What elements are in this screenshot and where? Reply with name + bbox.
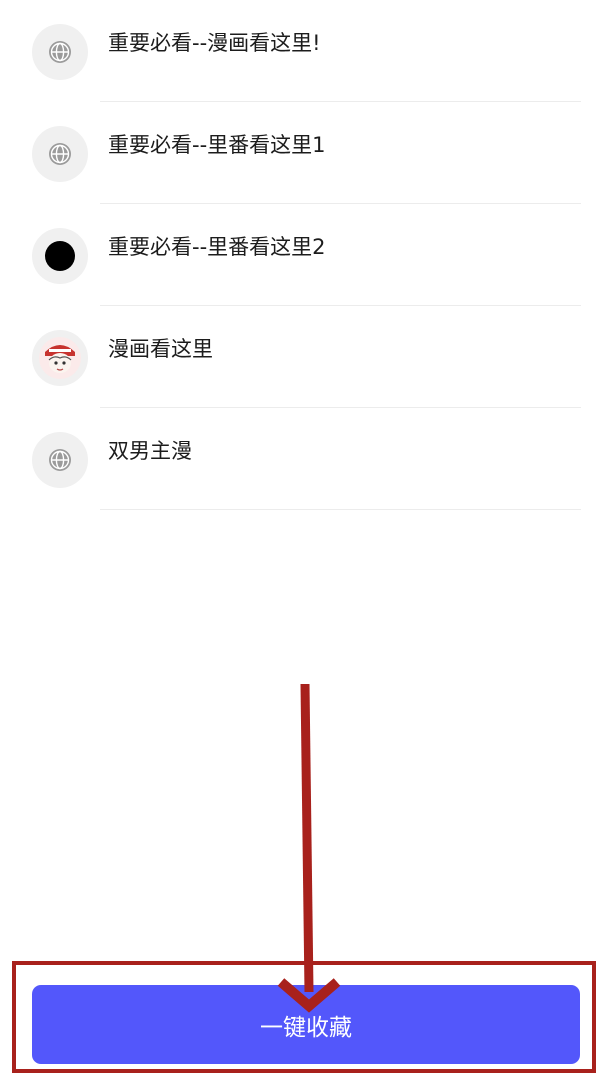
list-item[interactable]: 重要必看--漫画看这里! [0,0,611,102]
manga-avatar-icon [32,330,88,386]
item-title: 重要必看--里番看这里2 [108,235,326,259]
globe-icon [32,24,88,80]
globe-icon [32,126,88,182]
list-item[interactable]: 重要必看--里番看这里1 [0,102,611,204]
black-dot-icon [32,228,88,284]
list-item[interactable]: 双男主漫 [0,408,611,510]
globe-icon [32,432,88,488]
item-title: 重要必看--里番看这里1 [108,133,326,157]
item-title: 双男主漫 [108,439,192,463]
list-item[interactable]: 漫画看这里 [0,306,611,408]
list-item[interactable]: 重要必看--里番看这里2 [0,204,611,306]
bookmark-list: 重要必看--漫画看这里! 重要必看--里番看这里1 重要必看--里番看这里2 漫… [0,0,611,510]
collect-all-button[interactable]: 一键收藏 [32,985,580,1064]
item-title: 重要必看--漫画看这里! [108,31,321,55]
divider [100,509,581,510]
item-title: 漫画看这里 [108,337,213,361]
